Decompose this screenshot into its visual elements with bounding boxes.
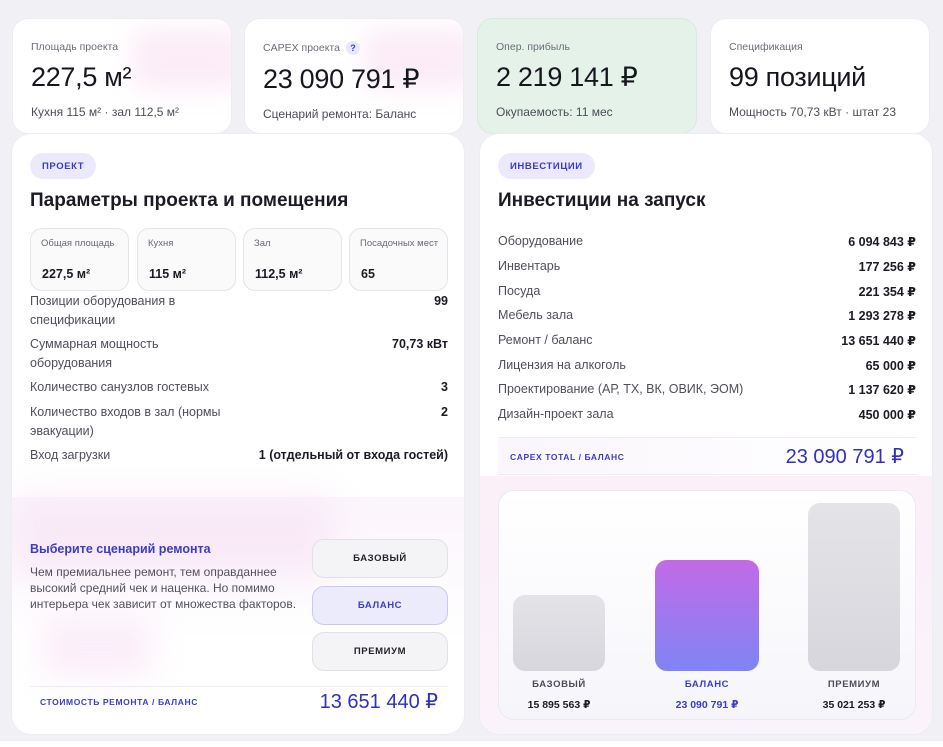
inv-value: 13 651 440 ₽: [841, 334, 916, 348]
inv-label: Проектирование (АР, ТХ, ВК, ОВИК, ЭОМ): [498, 382, 744, 396]
stat-value: 23 090 791 ₽: [263, 64, 420, 94]
renovation-cost: СТОИМОСТЬ РЕМОНТА / БАЛАНС 13 651 440 ₽: [30, 686, 448, 718]
inv-value: 1 293 278 ₽: [848, 309, 916, 323]
chart-category-label: ПРЕМИУМ: [827, 679, 881, 690]
inv-label: Мебель зала: [498, 308, 574, 322]
metric-value: 112,5 м²: [255, 267, 303, 281]
stat-label: Площадь проекта: [31, 41, 119, 53]
investment-row: Инвентарь 177 256 ₽: [498, 259, 916, 279]
param-value: 2: [441, 405, 448, 419]
metric-hall: Зал 112,5 м²: [243, 228, 342, 291]
stat-card-profit: Опер. прибыль 2 219 141 ₽ Окупаемость: 1…: [477, 18, 697, 134]
chart-category-label: БАЛАНС: [684, 679, 730, 690]
investment-row: Посуда 221 354 ₽: [498, 284, 916, 304]
decor-blob: [42, 617, 152, 677]
inv-label: Ремонт / баланс: [498, 333, 593, 347]
inv-label: Инвентарь: [498, 259, 561, 273]
cost-value: 13 651 440 ₽: [319, 691, 438, 713]
stat-sub: Кухня 115 м² · зал 112,5 м²: [31, 105, 180, 119]
param-value: 70,73 кВт: [392, 337, 448, 351]
scenario-description: Чем премиальнее ремонт, тем оправданнее …: [30, 565, 297, 611]
chart-bar-1[interactable]: [655, 560, 759, 671]
chart-bar-2[interactable]: [808, 503, 900, 671]
metric-value: 65: [361, 267, 375, 281]
chart-bar-0[interactable]: [513, 595, 605, 671]
stat-sub: Окупаемость: 11 мес: [496, 105, 613, 119]
investment-row: Оборудование 6 094 843 ₽: [498, 234, 916, 254]
investment-row: Дизайн-проект зала 450 000 ₽: [498, 407, 916, 427]
help-icon[interactable]: ?: [345, 41, 360, 55]
stat-value: 99 позиций: [729, 62, 866, 92]
investment-row: Мебель зала 1 293 278 ₽: [498, 308, 916, 328]
inv-label: Дизайн-проект зала: [498, 407, 614, 421]
inv-label: Лицензия на алкоголь: [498, 358, 626, 372]
stat-sub: Сценарий ремонта: Баланс: [263, 107, 417, 121]
stat-value: 2 219 141 ₽: [496, 62, 638, 92]
param-label: Вход загрузки: [30, 448, 111, 462]
capex-value: 23 090 791 ₽: [785, 446, 904, 468]
stat-sub: Мощность 70,73 кВт · штат 23: [729, 105, 897, 119]
inv-value: 65 000 ₽: [865, 359, 916, 373]
param-value: 99: [434, 294, 448, 308]
metric-label: Зал: [254, 238, 271, 249]
scenario-title: Выберите сценарий ремонта: [30, 542, 211, 556]
metric-label: Общая площадь: [41, 238, 115, 249]
stat-label: Спецификация: [729, 41, 803, 53]
param-label: Количество санузлов гостевых: [30, 380, 209, 394]
metric-value: 115 м²: [149, 267, 187, 281]
investments-panel: ИНВЕСТИЦИИ Инвестиции на запуск Оборудов…: [479, 133, 933, 735]
project-tag: ПРОЕКТ: [30, 153, 97, 179]
metric-label: Посадочных мест: [360, 238, 439, 249]
inv-label: Оборудование: [498, 234, 584, 248]
stat-label: CAPEX проекта?: [263, 41, 445, 55]
investment-row: Лицензия на алкоголь 65 000 ₽: [498, 358, 916, 378]
inv-label: Посуда: [498, 284, 541, 298]
stat-value: 227,5 м²: [31, 62, 132, 92]
chart-category-label: БАЗОВЫЙ: [532, 679, 586, 690]
panel-title: Параметры проекта и помещения: [30, 190, 349, 211]
param-value: 1 (отдельный от входа гостей): [258, 448, 448, 462]
inv-value: 177 256 ₽: [858, 260, 916, 274]
scenario-chart: БАЗОВЫЙ 15 895 563 ₽ БАЛАНС 23 090 791 ₽ ПРЕ…: [498, 490, 916, 720]
stat-card-area: Площадь проекта 227,5 м² Кухня 115 м² · …: [12, 18, 232, 134]
metric-kitchen: Кухня 115 м²: [137, 228, 236, 291]
capex-total: CAPEX TOTAL / БАЛАНС 23 090 791 ₽: [498, 437, 916, 475]
stat-label: Опер. прибыль: [496, 41, 570, 53]
inv-value: 221 354 ₽: [858, 285, 916, 299]
project-panel: ПРОЕКТ Параметры проекта и помещения Общ…: [11, 133, 465, 735]
param-label: Суммарная мощность оборудования: [30, 337, 159, 370]
param-label: Количество входов в зал (нормы эвакуации…: [30, 405, 221, 438]
inv-value: 450 000 ₽: [858, 408, 916, 422]
param-value: 3: [441, 380, 448, 394]
investment-row: Ремонт / баланс 13 651 440 ₽: [498, 333, 916, 353]
metric-total-area: Общая площадь 227,5 м²: [30, 228, 129, 291]
param-label: Позиции оборудования в спецификации: [30, 294, 176, 327]
cost-label: СТОИМОСТЬ РЕМОНТА / БАЛАНС: [40, 697, 198, 707]
capex-label: CAPEX TOTAL / БАЛАНС: [510, 452, 625, 462]
investments-tag: ИНВЕСТИЦИИ: [498, 153, 595, 179]
metric-value: 227,5 м²: [42, 267, 91, 281]
chart-value-label: 15 895 563 ₽: [527, 699, 591, 711]
chart-value-label: 35 021 253 ₽: [822, 699, 886, 711]
panel-title: Инвестиции на запуск: [498, 190, 706, 211]
scenario-basic-button[interactable]: БАЗОВЫЙ: [312, 539, 448, 578]
stat-card-capex: CAPEX проекта? 23 090 791 ₽ Сценарий рем…: [244, 18, 464, 134]
scenario-premium-button[interactable]: ПРЕМИУМ: [312, 632, 448, 671]
next-section-edge: [0, 740, 943, 747]
inv-value: 1 137 620 ₽: [848, 383, 916, 397]
metric-seats: Посадочных мест 65: [349, 228, 448, 291]
scenario-balance-button[interactable]: БАЛАНС: [312, 586, 448, 625]
metric-label: Кухня: [148, 238, 174, 249]
stat-card-spec: Спецификация 99 позиций Мощность 70,73 к…: [710, 18, 930, 134]
chart-value-label: 23 090 791 ₽: [675, 699, 739, 711]
investment-row: Проектирование (АР, ТХ, ВК, ОВИК, ЭОМ) 1…: [498, 382, 916, 402]
inv-value: 6 094 843 ₽: [848, 235, 916, 249]
